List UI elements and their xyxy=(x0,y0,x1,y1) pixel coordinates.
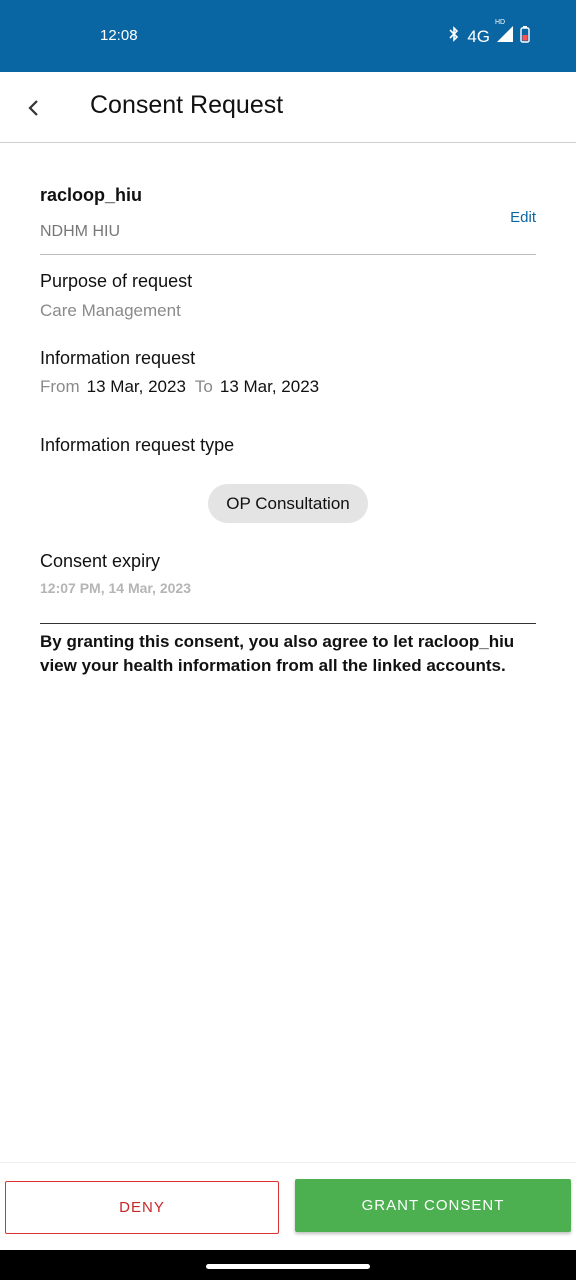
date-range: From 13 Mar, 2023 To 13 Mar, 2023 xyxy=(40,377,321,397)
back-button[interactable] xyxy=(20,94,48,122)
purpose-value: Care Management xyxy=(40,301,181,320)
edit-link[interactable]: Edit xyxy=(510,209,536,226)
from-label: From xyxy=(40,377,80,396)
info-type-chip: OP Consultation xyxy=(208,484,368,523)
grant-consent-button[interactable]: GRANT CONSENT xyxy=(295,1179,571,1232)
status-icons: 4G HD xyxy=(447,19,530,48)
to-date: 13 Mar, 2023 xyxy=(219,377,320,396)
network-type: 4G xyxy=(467,26,490,46)
from-date: 13 Mar, 2023 xyxy=(86,377,186,396)
requester-name: racloop_hiu xyxy=(40,185,143,205)
page-title: Consent Request xyxy=(90,91,284,119)
deny-button[interactable]: DENY xyxy=(5,1181,279,1234)
app-bar: Consent Request xyxy=(0,72,576,143)
info-request-label: Information request xyxy=(40,348,196,368)
requester-type: NDHM HIU xyxy=(40,223,120,240)
back-arrow-icon xyxy=(28,100,38,116)
info-type-label: Information request type xyxy=(40,435,235,455)
battery-icon xyxy=(520,25,530,48)
status-time: 12:08 xyxy=(100,27,138,44)
to-label: To xyxy=(194,377,213,396)
signal-icon: HD xyxy=(495,19,514,48)
action-bar: DENY GRANT CONSENT xyxy=(0,1162,576,1251)
hd-badge: HD xyxy=(495,19,506,26)
agreement-text: By granting this consent, you also agree… xyxy=(40,632,515,675)
divider xyxy=(40,254,536,255)
bluetooth-icon xyxy=(447,25,461,48)
home-gesture-handle[interactable] xyxy=(206,1264,370,1269)
purpose-label: Purpose of request xyxy=(40,271,193,291)
system-nav-bar xyxy=(0,1250,576,1280)
status-bar: 12:08 4G HD xyxy=(0,0,576,72)
expiry-label: Consent expiry xyxy=(40,551,161,571)
divider xyxy=(40,623,536,624)
expiry-value: 12:07 PM, 14 Mar, 2023 xyxy=(40,580,191,596)
